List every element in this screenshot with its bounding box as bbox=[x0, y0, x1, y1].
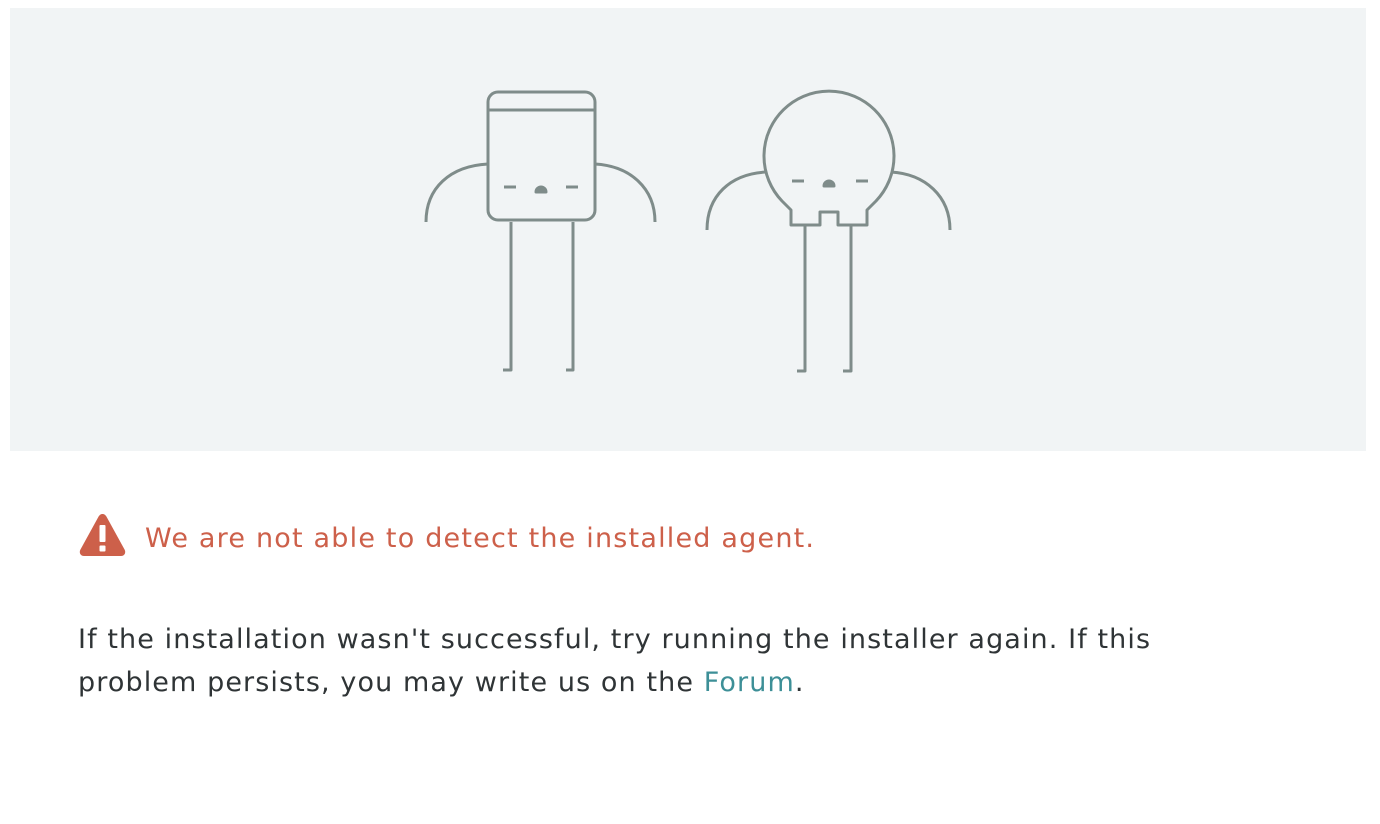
warning-icon bbox=[79, 514, 126, 556]
forum-link[interactable]: Forum bbox=[704, 667, 795, 698]
page: We are not able to detect the installed … bbox=[0, 0, 1380, 824]
round-head-robot-illustration bbox=[705, 89, 952, 373]
help-text: If the installation wasn't successful, t… bbox=[78, 618, 1278, 704]
error-alert: We are not able to detect the installed … bbox=[78, 510, 815, 560]
box-robot-illustration bbox=[424, 90, 657, 372]
help-text-period: . bbox=[794, 667, 805, 698]
illustration-panel bbox=[10, 8, 1366, 451]
illustration bbox=[424, 89, 952, 373]
help-text-body: If the installation wasn't successful, t… bbox=[78, 624, 1152, 698]
error-message: We are not able to detect the installed … bbox=[145, 522, 816, 554]
